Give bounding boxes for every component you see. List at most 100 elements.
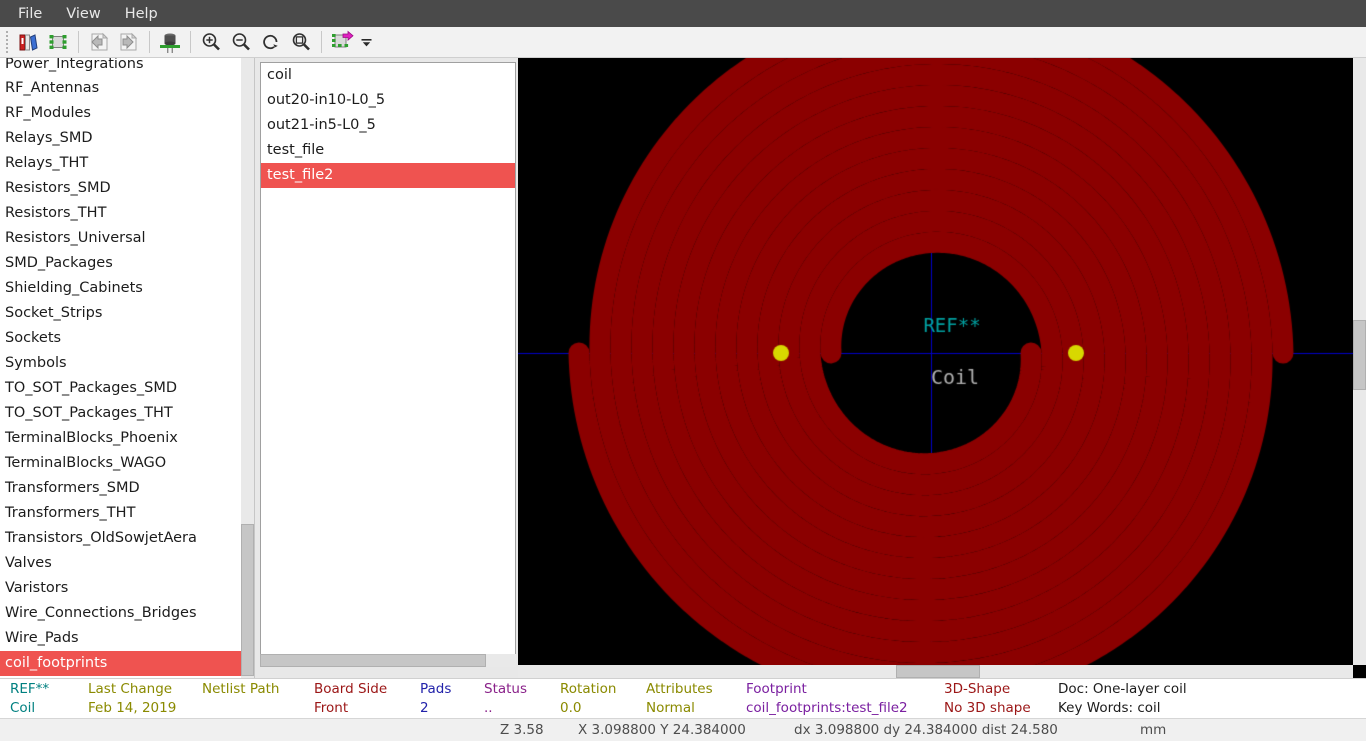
xy-readout: X 3.098800 Y 24.384000 xyxy=(578,722,746,738)
footprint-list-item[interactable]: out20-in10-L0_5 xyxy=(261,88,515,113)
previous-footprint-button[interactable] xyxy=(84,28,114,56)
netlist-path-field: Netlist Path xyxy=(202,680,279,699)
footprint-list[interactable]: coil out20-in10-L0_5 out21-in5-L0_5 test_fi… xyxy=(260,62,516,664)
library-list-item[interactable]: Resistors_SMD xyxy=(0,176,241,201)
toolbar-separator xyxy=(190,31,191,53)
last-change-field: Last Change Feb 14, 2019 xyxy=(88,680,176,718)
3d-shape-field-label: 3D-Shape xyxy=(944,681,1011,697)
library-list-item[interactable]: Resistors_Universal xyxy=(0,226,241,251)
attributes-field: Attributes Normal xyxy=(646,680,713,718)
library-list-item[interactable]: Transformers_SMD xyxy=(0,476,241,501)
toolbar-separator xyxy=(321,31,322,53)
toolbar-overflow-button[interactable] xyxy=(357,28,375,56)
next-footprint-button[interactable] xyxy=(114,28,144,56)
reference-field-label: REF** xyxy=(10,681,50,697)
pads-field-value: 2 xyxy=(420,700,429,716)
library-list-panel: Power_Integrations RF_Antennas RF_Modules R… xyxy=(0,58,255,678)
library-list-item[interactable]: Power_Integrations xyxy=(0,58,241,76)
library-list-item[interactable]: RF_Antennas xyxy=(0,76,241,101)
library-list-item[interactable]: TerminalBlocks_WAGO xyxy=(0,451,241,476)
footprint-field-label: Footprint xyxy=(746,681,807,697)
3d-shape-field-value: No 3D shape xyxy=(944,700,1031,716)
delta-readout: dx 3.098800 dy 24.384000 dist 24.580 xyxy=(794,722,1058,738)
rotation-field-label: Rotation xyxy=(560,681,617,697)
footprint-list-item[interactable]: coil xyxy=(261,63,515,88)
status-field: Status.. xyxy=(484,680,527,718)
canvas-horizontal-scrollbar[interactable] xyxy=(518,665,1353,678)
library-list-item-selected[interactable]: coil_footprints xyxy=(0,651,241,676)
library-list[interactable]: Power_Integrations RF_Antennas RF_Modules R… xyxy=(0,58,241,678)
menu-file[interactable]: File xyxy=(6,2,54,26)
library-list-item[interactable]: Relays_THT xyxy=(0,151,241,176)
library-list-item[interactable]: Varistors xyxy=(0,576,241,601)
menu-bar: File View Help xyxy=(0,0,1366,27)
main-content-area: Power_Integrations RF_Antennas RF_Modules R… xyxy=(0,58,1366,678)
library-list-item[interactable]: RF_Modules xyxy=(0,101,241,126)
library-list-item[interactable]: Valves xyxy=(0,551,241,576)
pads-field-label: Pads xyxy=(420,681,452,697)
attributes-field-value: Normal xyxy=(646,700,695,716)
rotation-field-value: 0.0 xyxy=(560,700,582,716)
footprint-canvas-panel[interactable] xyxy=(518,58,1366,678)
attributes-field-label: Attributes xyxy=(646,681,713,697)
doc-field-label: Doc: One-layer coil xyxy=(1058,681,1187,697)
zoom-in-button[interactable] xyxy=(196,28,226,56)
last-change-field-label: Last Change xyxy=(88,681,173,697)
zoom-in-icon xyxy=(202,33,220,51)
zoom-fit-button[interactable] xyxy=(286,28,316,56)
zoom-out-button[interactable] xyxy=(226,28,256,56)
toolbar-separator xyxy=(78,31,79,53)
footprint-list-item[interactable]: out21-in5-L0_5 xyxy=(261,113,515,138)
footprint-info-bar: REF** Coil Last Change Feb 14, 2019 Netlist … xyxy=(0,678,1366,718)
scrollbar-thumb[interactable] xyxy=(1353,320,1366,390)
netlist-path-field-label: Netlist Path xyxy=(202,681,280,697)
zoom-readout: Z 3.58 xyxy=(500,722,544,738)
toolbar-drag-handle[interactable] xyxy=(2,30,11,54)
library-list-item[interactable]: Transformers_THT xyxy=(0,501,241,526)
library-list-item[interactable]: Relays_SMD xyxy=(0,126,241,151)
show-3d-viewer-button[interactable] xyxy=(155,28,185,56)
select-library-button[interactable] xyxy=(13,28,43,56)
last-change-field-value: Feb 14, 2019 xyxy=(88,700,177,716)
library-list-item[interactable]: Shielding_Cabinets xyxy=(0,276,241,301)
insert-footprint-button[interactable] xyxy=(327,28,357,56)
footprint-list-item-selected[interactable]: test_file2 xyxy=(261,163,515,188)
menu-help[interactable]: Help xyxy=(113,2,170,26)
pads-field: Pads 2 xyxy=(420,680,451,718)
scrollbar-thumb[interactable] xyxy=(241,524,254,676)
library-list-item[interactable]: TerminalBlocks_Phoenix xyxy=(0,426,241,451)
library-list-item[interactable]: SMD_Packages xyxy=(0,251,241,276)
library-books-icon xyxy=(19,34,38,51)
library-list-item[interactable]: Transistors_OldSowjetAera xyxy=(0,526,241,551)
doc-field-value: Key Words: coil xyxy=(1058,700,1161,716)
library-list-item[interactable]: Socket_Strips xyxy=(0,301,241,326)
footprint-list-item[interactable]: test_file xyxy=(261,138,515,163)
redraw-button[interactable] xyxy=(256,28,286,56)
library-list-item[interactable]: Wire_Connections_Bridges xyxy=(0,601,241,626)
status-field-label: Status xyxy=(484,681,528,697)
arrow-left-page-icon xyxy=(91,32,109,51)
scrollbar-thumb[interactable] xyxy=(896,665,980,678)
canvas-vertical-scrollbar[interactable] xyxy=(1353,58,1366,665)
status-coordinate-bar: Z 3.58 X 3.098800 Y 24.384000 dx 3.098800 … xyxy=(0,718,1366,741)
reference-field: REF** Coil xyxy=(10,680,49,718)
select-footprint-button[interactable] xyxy=(43,28,73,56)
units-readout: mm xyxy=(1140,722,1167,738)
library-list-item[interactable]: Resistors_THT xyxy=(0,201,241,226)
scrollbar-thumb[interactable] xyxy=(260,654,486,667)
footprint-field-value: coil_footprints:test_file2 xyxy=(746,700,908,716)
library-list-item[interactable]: Wire_Pads xyxy=(0,626,241,651)
library-list-item[interactable]: Sockets xyxy=(0,326,241,351)
footprint-viewer-window: File View Help Power_Integrations RF_Ant… xyxy=(0,0,1366,741)
footprint-export-arrow-icon xyxy=(332,30,354,48)
menu-view[interactable]: View xyxy=(54,2,112,26)
library-list-item[interactable]: TO_SOT_Packages_SMD xyxy=(0,376,241,401)
library-list-vertical-scrollbar[interactable] xyxy=(241,58,254,678)
footprint-canvas[interactable] xyxy=(518,58,1366,678)
footprint-list-horizontal-scrollbar[interactable] xyxy=(260,654,516,667)
library-list-item[interactable]: TO_SOT_Packages_THT xyxy=(0,401,241,426)
rotation-field: Rotation 0.0 xyxy=(560,680,616,718)
footprint-list-panel: coil out20-in10-L0_5 out21-in5-L0_5 test_fi… xyxy=(255,58,518,678)
zoom-fit-page-icon xyxy=(292,33,310,51)
library-list-item[interactable]: Symbols xyxy=(0,351,241,376)
